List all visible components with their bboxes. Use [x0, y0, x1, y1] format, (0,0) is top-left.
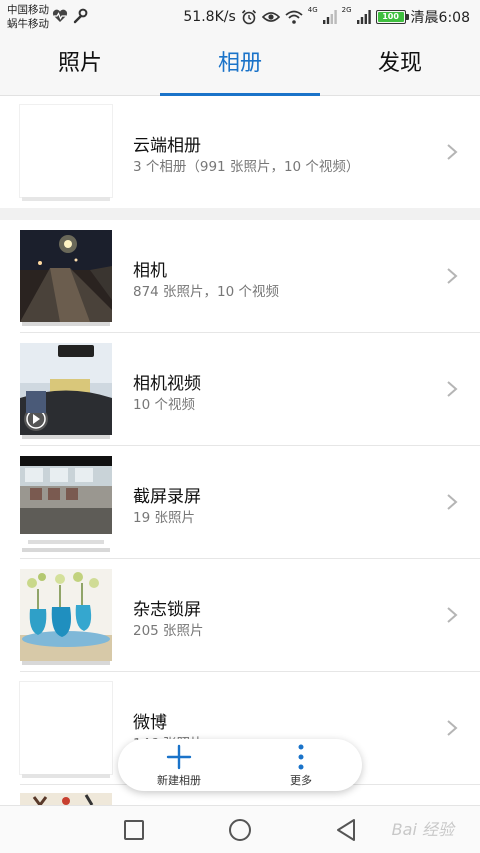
tab-bar: 照片 相册 发现	[0, 34, 480, 96]
back-icon[interactable]	[332, 816, 360, 844]
network-type-2g: 2G	[341, 6, 352, 14]
album-title: 相机	[133, 261, 167, 281]
album-row-camera[interactable]: 相机 874 张照片，10 个视频	[0, 220, 480, 333]
new-album-label: 新建相册	[157, 774, 201, 787]
status-bar: 中国移动 蜗牛移动 51.8K/s 4G 2G 100 清晨6:08	[0, 0, 480, 34]
album-count: 874 张照片，10 个视频	[133, 284, 280, 300]
partial-album-thumbnail	[20, 793, 112, 805]
recents-icon[interactable]	[120, 816, 148, 844]
signal-icon-sim1	[322, 10, 337, 24]
wrench-icon	[73, 8, 88, 24]
album-title: 截屏录屏	[133, 487, 201, 507]
album-title: 相机视频	[133, 374, 201, 394]
more-button[interactable]: 更多	[240, 739, 362, 791]
camera-album-thumbnail	[20, 230, 112, 322]
network-type-4g: 4G	[307, 6, 318, 14]
watermark: Bai 经验	[391, 820, 454, 839]
chevron-right-icon	[447, 268, 458, 284]
album-count: 19 张照片	[133, 510, 195, 526]
chevron-right-icon	[447, 381, 458, 397]
section-divider	[0, 208, 480, 220]
tab-photos[interactable]: 照片	[0, 34, 160, 95]
thumbnail-stack-edge	[22, 435, 110, 439]
album-count: 205 张照片	[133, 623, 204, 639]
carrier-line-2: 蜗牛移动	[7, 18, 49, 30]
album-row-magazine-lockscreen[interactable]: 杂志锁屏 205 张照片	[0, 559, 480, 672]
home-icon[interactable]	[226, 816, 254, 844]
cloud-album-thumbnail	[20, 105, 112, 197]
thumbnail-stack-edge	[22, 322, 110, 326]
weibo-thumbnail	[20, 682, 112, 774]
thumbnail-stack-edge	[22, 197, 110, 201]
chevron-right-icon	[447, 494, 458, 510]
album-title: 杂志锁屏	[133, 600, 201, 620]
chevron-right-icon	[447, 144, 458, 160]
network-speed: 51.8K/s	[183, 9, 236, 25]
thumbnail-stack-edge	[22, 774, 110, 778]
alarm-icon	[241, 9, 256, 25]
album-title: 微博	[133, 713, 167, 733]
plus-icon	[166, 744, 192, 770]
clock: 清晨6:08	[410, 10, 470, 26]
bottom-action-bar: 新建相册 更多	[118, 739, 362, 791]
more-vertical-icon	[298, 744, 304, 770]
new-album-button[interactable]: 新建相册	[118, 739, 240, 791]
carrier-line-1: 中国移动	[7, 4, 49, 16]
more-label: 更多	[290, 774, 312, 787]
magazine-lockscreen-thumbnail	[20, 569, 112, 661]
thumbnail-stack-edge	[22, 548, 110, 552]
battery-level: 100	[377, 12, 404, 22]
album-row-camera-videos[interactable]: 相机视频 10 个视频	[0, 333, 480, 446]
carrier-names: 中国移动 蜗牛移动	[7, 3, 49, 31]
chevron-right-icon	[447, 720, 458, 736]
cloud-album-row[interactable]: 云端相册 3 个相册（991 张照片，10 个视频）	[0, 97, 480, 208]
screenshots-thumbnail	[20, 456, 112, 548]
battery-icon: 100	[375, 10, 409, 24]
chevron-right-icon	[447, 607, 458, 623]
thumbnail-stack-edge	[22, 661, 110, 665]
system-nav-bar: Bai 经验	[0, 805, 480, 853]
battery-tip	[405, 14, 409, 20]
signal-icon-sim2	[356, 10, 371, 24]
tab-albums[interactable]: 相册	[160, 34, 320, 96]
camera-videos-thumbnail	[20, 343, 112, 435]
wifi-icon	[285, 10, 303, 24]
cloud-album-title: 云端相册	[133, 136, 201, 156]
album-row-screenshots[interactable]: 截屏录屏 19 张照片	[0, 446, 480, 559]
cloud-album-subtitle: 3 个相册（991 张照片，10 个视频）	[133, 159, 360, 175]
album-count: 10 个视频	[133, 397, 195, 413]
tab-discover[interactable]: 发现	[320, 34, 480, 95]
status-indicators: 51.8K/s 4G 2G 100 清晨6:08	[183, 6, 470, 28]
eye-icon	[261, 12, 280, 22]
heart-rate-icon	[52, 9, 68, 22]
